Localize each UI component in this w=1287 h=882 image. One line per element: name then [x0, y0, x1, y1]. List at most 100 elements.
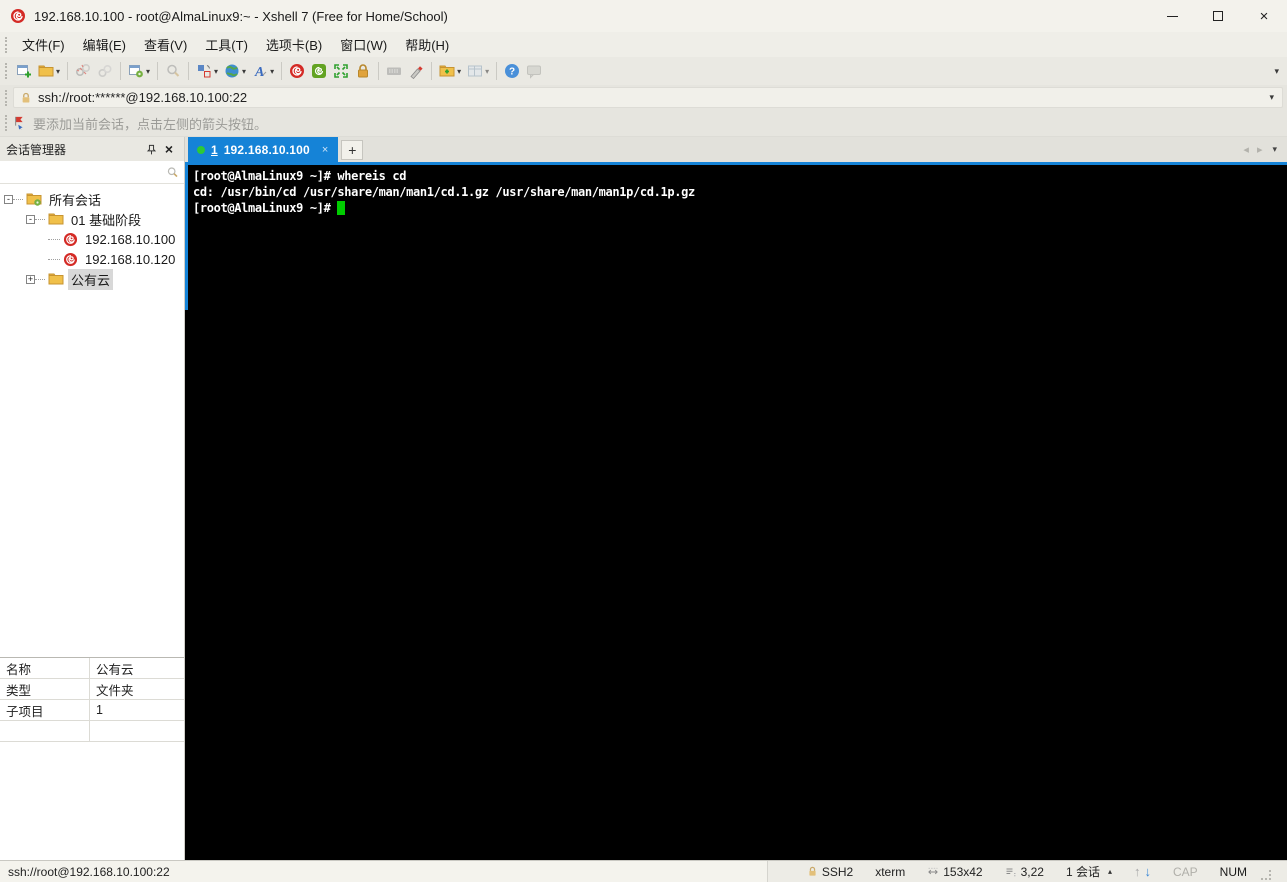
new-session-button[interactable]	[13, 59, 35, 83]
feedback-button[interactable]	[523, 59, 545, 83]
property-key: 名称	[0, 658, 90, 678]
content-area: 1 192.168.10.100 × + ◂ ▸ ▾ [root@AlmaLin…	[185, 137, 1287, 860]
pin-icon	[146, 144, 157, 155]
property-key: 子项目	[0, 700, 90, 720]
close-button[interactable]: ×	[1241, 0, 1287, 32]
chevron-down-icon: ▾	[485, 67, 489, 76]
new-folder-button[interactable]: ▾	[436, 59, 464, 83]
open-session-button[interactable]: ▾	[35, 59, 63, 83]
xftp-button[interactable]	[308, 59, 330, 83]
session-count-button[interactable]: 1 会话 ▴	[1066, 863, 1112, 880]
property-value: 1	[90, 703, 103, 717]
help-button[interactable]: ?	[501, 59, 523, 83]
search-icon	[165, 63, 181, 79]
xshell-logo-icon	[10, 8, 26, 24]
session-search-box[interactable]	[0, 161, 184, 184]
tab-list-dropdown-button[interactable]: ▾	[1266, 144, 1287, 155]
menu-window[interactable]: 窗口(W)	[331, 32, 396, 57]
property-row-children: 子项目 1	[0, 700, 184, 721]
tree-item-label: 所有会话	[46, 189, 104, 210]
tab-scroll-left-button[interactable]: ◂	[1239, 143, 1253, 156]
web-browser-button[interactable]: ▾	[221, 59, 249, 83]
chevron-down-icon: ▾	[242, 67, 246, 76]
font-button[interactable]: A ▾	[249, 59, 277, 83]
chevron-down-icon: ▾	[214, 67, 218, 76]
tab-session-192-168-10-100[interactable]: 1 192.168.10.100 ×	[188, 137, 338, 162]
terminal[interactable]: [root@AlmaLinux9 ~]# whereis cd cd: /usr…	[185, 165, 1287, 860]
keyboard-icon	[386, 63, 402, 79]
menu-tabs[interactable]: 选项卡(B)	[257, 32, 331, 57]
session-properties-icon	[128, 63, 144, 79]
menu-tools[interactable]: 工具(T)	[196, 32, 257, 57]
property-row-name: 名称 公有云	[0, 658, 184, 679]
scroll-down-button[interactable]: ↓	[1144, 864, 1151, 879]
tile-windows-icon	[467, 63, 483, 79]
find-button[interactable]	[162, 59, 184, 83]
menu-edit[interactable]: 编辑(E)	[74, 32, 135, 57]
lock-screen-button[interactable]	[352, 59, 374, 83]
minimize-button[interactable]	[1149, 0, 1195, 32]
resize-grip[interactable]	[1261, 870, 1271, 880]
session-manager-panel: 会话管理器 × - 所有会话	[0, 137, 185, 860]
fullscreen-icon	[333, 63, 349, 79]
terminal-prompt: [root@AlmaLinux9 ~]#	[193, 201, 337, 215]
maximize-button[interactable]	[1195, 0, 1241, 32]
toolbar-separator	[188, 62, 189, 80]
xshell-button[interactable]	[286, 59, 308, 83]
session-count-label: 1 会话	[1066, 863, 1100, 880]
session-properties-button[interactable]: ▾	[125, 59, 153, 83]
reconnect-icon	[97, 63, 113, 79]
tab-scroll-right-button[interactable]: ▸	[1253, 143, 1267, 156]
addressbar-grip[interactable]	[5, 90, 8, 106]
search-icon	[166, 166, 179, 179]
tab-bar: 1 192.168.10.100 × + ◂ ▸ ▾	[185, 137, 1287, 162]
address-field[interactable]: ssh://root:******@192.168.10.100:22 ▾	[13, 87, 1283, 108]
scroll-up-button[interactable]: ↑	[1134, 864, 1141, 879]
menu-file[interactable]: 文件(F)	[13, 32, 74, 57]
info-message: 要添加当前会话，点击左侧的箭头按钮。	[33, 114, 267, 133]
close-panel-button[interactable]: ×	[160, 140, 178, 158]
menu-help[interactable]: 帮助(H)	[396, 32, 458, 57]
terminal-focus-strip	[185, 165, 188, 310]
protocol-indicator: SSH2	[807, 865, 853, 879]
tab-number: 1	[211, 143, 218, 157]
toolbar-grip[interactable]	[5, 63, 8, 79]
tab-close-icon[interactable]: ×	[322, 144, 328, 156]
svg-text:?: ?	[509, 67, 515, 78]
chevron-down-icon: ▾	[146, 67, 150, 76]
compose-pane-button[interactable]: ▾	[193, 59, 221, 83]
tree-item-label: 192.168.10.100	[82, 231, 178, 248]
tree-item-folder-public-cloud[interactable]: + 公有云	[0, 269, 184, 289]
tree-item-session-120[interactable]: 192.168.10.120	[0, 249, 184, 269]
tree-item-folder-01[interactable]: - 01 基础阶段	[0, 209, 184, 229]
properties-table: 名称 公有云 类型 文件夹 子项目 1	[0, 657, 184, 742]
disconnect-button[interactable]	[72, 59, 94, 83]
tile-windows-button[interactable]: ▾	[464, 59, 492, 83]
address-url[interactable]: ssh://root:******@192.168.10.100:22	[38, 90, 1269, 105]
reconnect-button[interactable]	[94, 59, 116, 83]
svg-text:A: A	[254, 65, 264, 79]
menubar-grip[interactable]	[5, 37, 8, 53]
font-icon: A	[252, 63, 268, 79]
highlight-button[interactable]	[405, 59, 427, 83]
property-key	[0, 721, 90, 741]
virtual-keyboard-button[interactable]	[383, 59, 405, 83]
tree-item-all-sessions[interactable]: - 所有会话	[0, 189, 184, 209]
collapse-icon[interactable]: -	[26, 215, 35, 224]
toolbar-overflow-button[interactable]: ▾	[1266, 66, 1287, 77]
address-bar: ssh://root:******@192.168.10.100:22 ▾	[0, 85, 1287, 110]
pin-panel-button[interactable]	[142, 140, 160, 158]
menu-view[interactable]: 查看(V)	[135, 32, 196, 57]
property-row-empty	[0, 721, 184, 742]
property-value: 文件夹	[90, 680, 134, 699]
infobar-grip[interactable]	[5, 115, 8, 131]
tree-item-session-100[interactable]: 192.168.10.100	[0, 229, 184, 249]
expand-icon[interactable]: +	[26, 275, 35, 284]
collapse-icon[interactable]: -	[4, 195, 13, 204]
fullscreen-button[interactable]	[330, 59, 352, 83]
address-dropdown-button[interactable]: ▾	[1269, 92, 1274, 103]
new-tab-button[interactable]: +	[341, 140, 363, 160]
disconnect-icon	[75, 63, 91, 79]
terminal-type-indicator: xterm	[875, 865, 905, 879]
lock-icon	[355, 63, 371, 79]
